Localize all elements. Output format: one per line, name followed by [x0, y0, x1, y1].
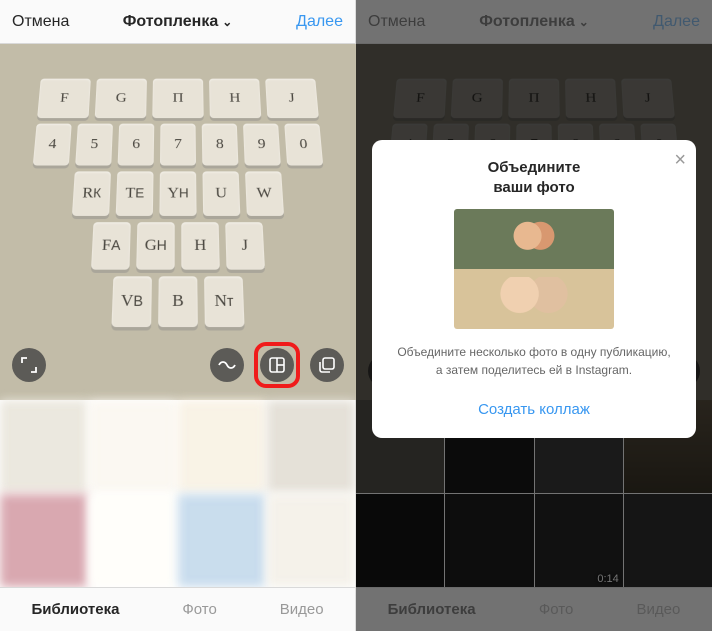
photo-preview[interactable]: FGПHJ 4567890 RКTЕYНUW FАGНHJ VВBNт	[0, 44, 356, 400]
layout-intro-dialog: × Объедините ваши фото Объедините нескол…	[372, 140, 696, 438]
thumb[interactable]	[89, 400, 177, 493]
next-button[interactable]: Далее	[273, 13, 343, 31]
close-icon[interactable]: ×	[674, 150, 686, 170]
layout-button-highlight	[254, 342, 300, 388]
dialog-title: Объедините ваши фото	[390, 158, 678, 197]
thumb[interactable]	[178, 400, 266, 493]
dialog-description: Объедините несколько фото в одну публика…	[390, 343, 678, 379]
thumb[interactable]	[267, 400, 355, 493]
tab-video[interactable]: Видео	[280, 601, 324, 618]
gallery-grid[interactable]	[0, 400, 355, 587]
thumb[interactable]	[178, 494, 266, 587]
thumb[interactable]	[89, 494, 177, 587]
tab-photo[interactable]: Фото	[182, 601, 216, 618]
dialog-title-line1: Объедините	[488, 159, 581, 176]
boomerang-icon[interactable]	[210, 348, 244, 382]
phone-right: Отмена Фотопленка ⌄ Далее FGПHJ 4567890 …	[356, 0, 712, 631]
tab-library[interactable]: Библиотека	[31, 601, 119, 618]
bottombar: Библиотека Фото Видео	[0, 587, 355, 631]
multi-select-icon[interactable]	[310, 348, 344, 382]
thumb[interactable]	[0, 400, 88, 493]
thumb[interactable]	[267, 494, 355, 587]
layout-icon[interactable]	[260, 348, 294, 382]
preview-controls	[12, 342, 344, 388]
chevron-down-icon: ⌄	[222, 15, 232, 29]
dialog-title-line2: ваши фото	[493, 179, 574, 196]
phone-left: Отмена Фотопленка ⌄ Далее FGПHJ 4567890 …	[0, 0, 356, 631]
album-title: Фотопленка	[123, 13, 219, 31]
expand-icon[interactable]	[12, 348, 46, 382]
album-picker[interactable]: Фотопленка ⌄	[123, 13, 233, 31]
thumb[interactable]	[0, 494, 88, 587]
create-collage-button[interactable]: Создать коллаж	[390, 395, 678, 424]
dialog-illustration	[454, 209, 614, 329]
topbar: Отмена Фотопленка ⌄ Далее	[0, 0, 355, 44]
cancel-button[interactable]: Отмена	[12, 13, 82, 31]
